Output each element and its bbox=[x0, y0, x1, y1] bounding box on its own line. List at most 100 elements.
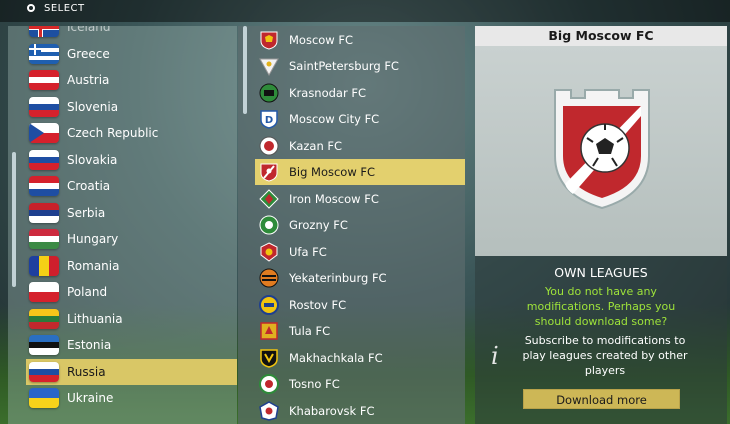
club-label: Big Moscow FC bbox=[289, 165, 376, 179]
club-crest-icon bbox=[259, 294, 279, 316]
select-button-icon[interactable] bbox=[27, 4, 35, 12]
select-hint-label: SELECT bbox=[44, 3, 85, 14]
country-label: Hungary bbox=[67, 232, 119, 246]
club-item-saintpetersburg-fc[interactable]: SaintPetersburg FC bbox=[255, 53, 465, 79]
club-item-grozny-fc[interactable]: Grozny FC bbox=[255, 212, 465, 238]
flag-czech-icon bbox=[29, 123, 59, 143]
no-modifications-message: You do not have any modifications. Perha… bbox=[526, 285, 676, 328]
info-icon: i bbox=[491, 342, 499, 370]
club-item-khabarovsk-fc[interactable]: Khabarovsk FC bbox=[255, 398, 465, 424]
selected-club-crest-panel bbox=[475, 46, 727, 256]
club-label: Makhachkala FC bbox=[289, 351, 383, 365]
country-label: Slovenia bbox=[67, 100, 119, 114]
country-list[interactable]: Iceland Greece Austria Slovenia Czech Re… bbox=[8, 26, 237, 424]
country-item-iceland[interactable]: Iceland bbox=[26, 26, 237, 40]
club-crest-icon bbox=[259, 400, 279, 422]
club-item-iron-moscow-fc[interactable]: Iron Moscow FC bbox=[255, 186, 465, 212]
flag-hungary-icon bbox=[29, 229, 59, 249]
country-label: Poland bbox=[67, 285, 108, 299]
country-item-hungary[interactable]: Hungary bbox=[26, 226, 237, 252]
flag-greece-icon bbox=[29, 44, 59, 64]
club-crest-icon bbox=[259, 55, 279, 77]
country-scrollbar[interactable] bbox=[12, 152, 16, 287]
country-item-russia[interactable]: Russia bbox=[26, 359, 237, 385]
club-crest-icon bbox=[259, 29, 279, 51]
club-item-yekaterinburg-fc[interactable]: Yekaterinburg FC bbox=[255, 265, 465, 291]
country-item-austria[interactable]: Austria bbox=[26, 67, 237, 93]
country-label: Greece bbox=[67, 47, 110, 61]
club-label: Grozny FC bbox=[289, 218, 348, 232]
country-label: Austria bbox=[67, 73, 110, 87]
club-item-rostov-fc[interactable]: Rostov FC bbox=[255, 292, 465, 318]
club-item-krasnodar-fc[interactable]: Krasnodar FC bbox=[255, 80, 465, 106]
club-crest-icon bbox=[259, 373, 279, 395]
country-label: Lithuania bbox=[67, 312, 123, 326]
club-item-moscow-city-fc[interactable]: D Moscow City FC bbox=[255, 106, 465, 132]
flag-russia-icon bbox=[29, 362, 59, 382]
club-crest-icon bbox=[259, 161, 279, 183]
country-label: Russia bbox=[67, 365, 106, 379]
subscribe-hint-text: Subscribe to modifications to play leagu… bbox=[522, 334, 688, 377]
country-item-ukraine[interactable]: Ukraine bbox=[26, 385, 237, 411]
country-label: Estonia bbox=[67, 338, 112, 352]
club-label: Rostov FC bbox=[289, 298, 347, 312]
club-item-makhachkala-fc[interactable]: Makhachkala FC bbox=[255, 345, 465, 371]
club-crest-icon bbox=[259, 241, 279, 263]
flag-iceland-icon bbox=[29, 26, 59, 37]
club-item-ufa-fc[interactable]: Ufa FC bbox=[255, 239, 465, 265]
country-item-czech-republic[interactable]: Czech Republic bbox=[26, 120, 237, 146]
club-label: Krasnodar FC bbox=[289, 86, 367, 100]
club-label: Moscow FC bbox=[289, 33, 354, 47]
club-label: Tula FC bbox=[289, 324, 331, 338]
country-label: Czech Republic bbox=[67, 126, 159, 140]
country-item-greece[interactable]: Greece bbox=[26, 41, 237, 67]
big-club-crest-icon bbox=[554, 89, 650, 210]
country-item-romania[interactable]: Romania bbox=[26, 253, 237, 279]
flag-poland-icon bbox=[29, 282, 59, 302]
club-label: Ufa FC bbox=[289, 245, 327, 259]
club-crest-icon bbox=[259, 320, 279, 342]
club-crest-icon bbox=[259, 82, 279, 104]
country-item-croatia[interactable]: Croatia bbox=[26, 173, 237, 199]
club-item-tosno-fc[interactable]: Tosno FC bbox=[255, 371, 465, 397]
club-crest-icon bbox=[259, 267, 279, 289]
country-item-lithuania[interactable]: Lithuania bbox=[26, 306, 237, 332]
country-item-estonia[interactable]: Estonia bbox=[26, 332, 237, 358]
club-item-kazan-fc[interactable]: Kazan FC bbox=[255, 133, 465, 159]
selected-club-title: Big Moscow FC bbox=[475, 26, 727, 46]
club-crest-icon bbox=[259, 188, 279, 210]
club-item-moscow-fc[interactable]: Moscow FC bbox=[255, 27, 465, 53]
country-label: Romania bbox=[67, 259, 120, 273]
country-label: Slovakia bbox=[67, 153, 118, 167]
club-crest-icon bbox=[259, 347, 279, 369]
own-leagues-title: OWN LEAGUES bbox=[554, 265, 648, 280]
club-label: Iron Moscow FC bbox=[289, 192, 379, 206]
club-label: Kazan FC bbox=[289, 139, 343, 153]
flag-lithuania-icon bbox=[29, 309, 59, 329]
country-label: Ukraine bbox=[67, 391, 114, 405]
club-item-big-moscow-fc[interactable]: Big Moscow FC bbox=[255, 159, 465, 185]
flag-romania-icon bbox=[29, 256, 59, 276]
country-label: Croatia bbox=[67, 179, 111, 193]
club-list[interactable]: Moscow FC SaintPetersburg FC Krasnodar F… bbox=[238, 26, 465, 424]
download-more-button[interactable]: Download more bbox=[523, 389, 680, 409]
flag-estonia-icon bbox=[29, 335, 59, 355]
country-item-slovakia[interactable]: Slovakia bbox=[26, 147, 237, 173]
country-item-poland[interactable]: Poland bbox=[26, 279, 237, 305]
flag-slovenia-icon bbox=[29, 97, 59, 117]
club-label: SaintPetersburg FC bbox=[289, 59, 399, 73]
country-item-slovenia[interactable]: Slovenia bbox=[26, 94, 237, 120]
club-crest-icon: D bbox=[259, 108, 279, 130]
flag-ukraine-icon bbox=[29, 388, 59, 408]
own-leagues-panel: OWN LEAGUES You do not have any modifica… bbox=[475, 256, 727, 424]
club-item-tula-fc[interactable]: Tula FC bbox=[255, 318, 465, 344]
country-label: Serbia bbox=[67, 206, 106, 220]
country-label: Iceland bbox=[67, 26, 111, 34]
country-item-serbia[interactable]: Serbia bbox=[26, 200, 237, 226]
flag-slovakia-icon bbox=[29, 150, 59, 170]
flag-austria-icon bbox=[29, 70, 59, 90]
flag-serbia-icon bbox=[29, 203, 59, 223]
club-crest-icon bbox=[259, 135, 279, 157]
club-label: Khabarovsk FC bbox=[289, 404, 375, 418]
club-scrollbar[interactable] bbox=[243, 26, 247, 114]
